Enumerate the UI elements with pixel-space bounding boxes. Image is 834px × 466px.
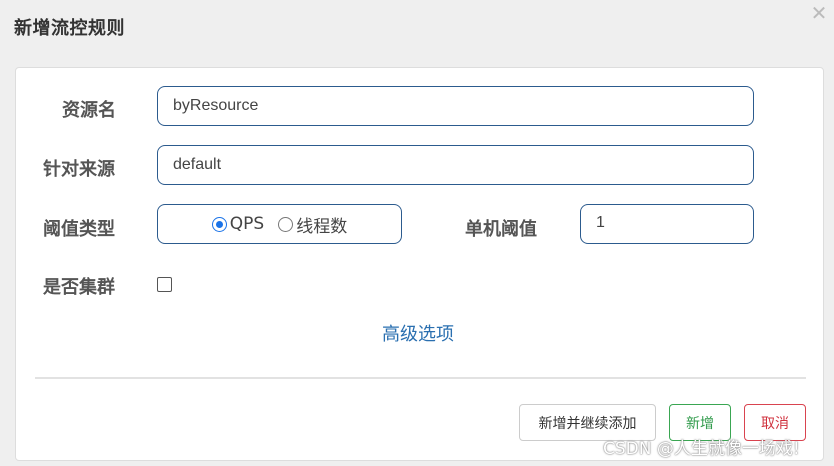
threshold-type-radio-group: QPS 线程数 (157, 204, 402, 244)
advanced-options-link[interactable]: 高级选项 (382, 320, 454, 346)
cluster-checkbox[interactable] (157, 277, 172, 292)
single-threshold-label: 单机阈值 (465, 219, 537, 240)
close-icon[interactable]: ✕ (808, 2, 830, 24)
watermark: CSDN @人生就像一场戏! (603, 439, 800, 459)
single-threshold-input[interactable]: 1 (580, 204, 754, 244)
footer-divider (35, 377, 806, 379)
form-panel (15, 67, 824, 461)
radio-qps[interactable]: QPS (211, 214, 265, 234)
threshold-type-label: 阈值类型 (43, 219, 115, 240)
radio-thread-count[interactable]: 线程数 (278, 212, 347, 237)
source-label: 针对来源 (43, 159, 115, 180)
resource-label: 资源名 (62, 100, 116, 121)
source-input[interactable]: default (157, 145, 754, 185)
dialog-title: 新增流控规则 (14, 18, 125, 39)
cluster-label: 是否集群 (43, 277, 115, 298)
radio-thread-count-label: 线程数 (296, 216, 348, 237)
resource-input[interactable]: byResource (157, 86, 754, 126)
radio-thread-count-dot[interactable] (278, 216, 294, 232)
radio-qps-dot[interactable] (211, 216, 227, 232)
radio-qps-label: QPS (229, 214, 265, 234)
